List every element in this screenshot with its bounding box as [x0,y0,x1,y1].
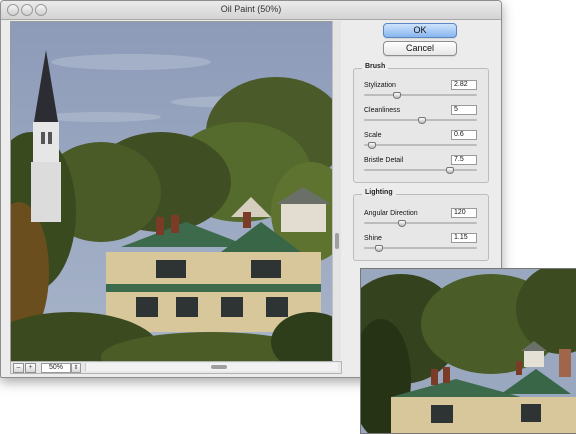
stylization-control: Stylization 2.82 [361,80,483,105]
filter-preview[interactable] [10,21,333,362]
scale-field[interactable]: 0.6 [451,130,477,140]
shine-slider-thumb[interactable] [374,245,383,252]
brush-group: Brush Stylization 2.82 Cleanliness 5 Sca… [353,63,489,183]
original-photo-image [361,269,576,433]
cancel-button[interactable]: Cancel [383,41,457,56]
angular-direction-slider[interactable] [364,222,477,224]
cleanliness-control: Cleanliness 5 [361,105,483,130]
brush-group-label: Brush [362,63,389,70]
angular-direction-field[interactable]: 120 [451,208,477,218]
lighting-group: Lighting Angular Direction 120 Shine 1.1… [353,189,489,261]
zoom-in-button[interactable]: + [25,363,36,373]
vertical-scroll-thumb[interactable] [335,233,339,249]
zoom-out-button[interactable]: – [13,363,24,373]
angular-direction-slider-thumb[interactable] [398,220,407,227]
scale-label: Scale [364,132,382,139]
stylization-field[interactable]: 2.82 [451,80,477,90]
stylization-label: Stylization [364,82,396,89]
horizontal-scroll-thumb[interactable] [211,365,227,369]
bristle-detail-slider[interactable] [364,169,477,171]
zoom-level-field[interactable]: 50% [41,363,71,373]
shine-control: Shine 1.15 [361,233,483,258]
preview-horizontal-scrollbar[interactable] [85,363,338,371]
cleanliness-slider-thumb[interactable] [417,117,426,124]
stylization-slider-thumb[interactable] [392,92,401,99]
zoom-dropdown-icon[interactable]: ⇕ [71,363,81,373]
lighting-group-label: Lighting [362,189,396,196]
scale-slider-thumb[interactable] [367,142,376,149]
window-title: Oil Paint (50%) [220,4,282,14]
bristle-detail-label: Bristle Detail [364,157,404,164]
bristle-detail-field[interactable]: 7.5 [451,155,477,165]
shine-field[interactable]: 1.15 [451,233,477,243]
stylization-slider[interactable] [364,94,477,96]
cleanliness-label: Cleanliness [364,107,401,114]
shine-label: Shine [364,235,382,242]
ok-button[interactable]: OK [383,23,457,38]
bristle-detail-control: Bristle Detail 7.5 [361,155,483,180]
title-bar: Oil Paint (50%) [1,1,501,20]
cleanliness-field[interactable]: 5 [451,105,477,115]
bristle-detail-slider-thumb[interactable] [445,167,454,174]
angular-direction-label: Angular Direction [364,210,418,217]
original-photo [360,268,576,434]
preview-painting [11,22,332,361]
preview-vertical-scrollbar[interactable] [332,21,341,360]
angular-direction-control: Angular Direction 120 [361,208,483,233]
scale-slider[interactable] [364,144,477,146]
zoom-bar: – + 50% ⇕ [10,361,342,374]
scale-control: Scale 0.6 [361,130,483,155]
